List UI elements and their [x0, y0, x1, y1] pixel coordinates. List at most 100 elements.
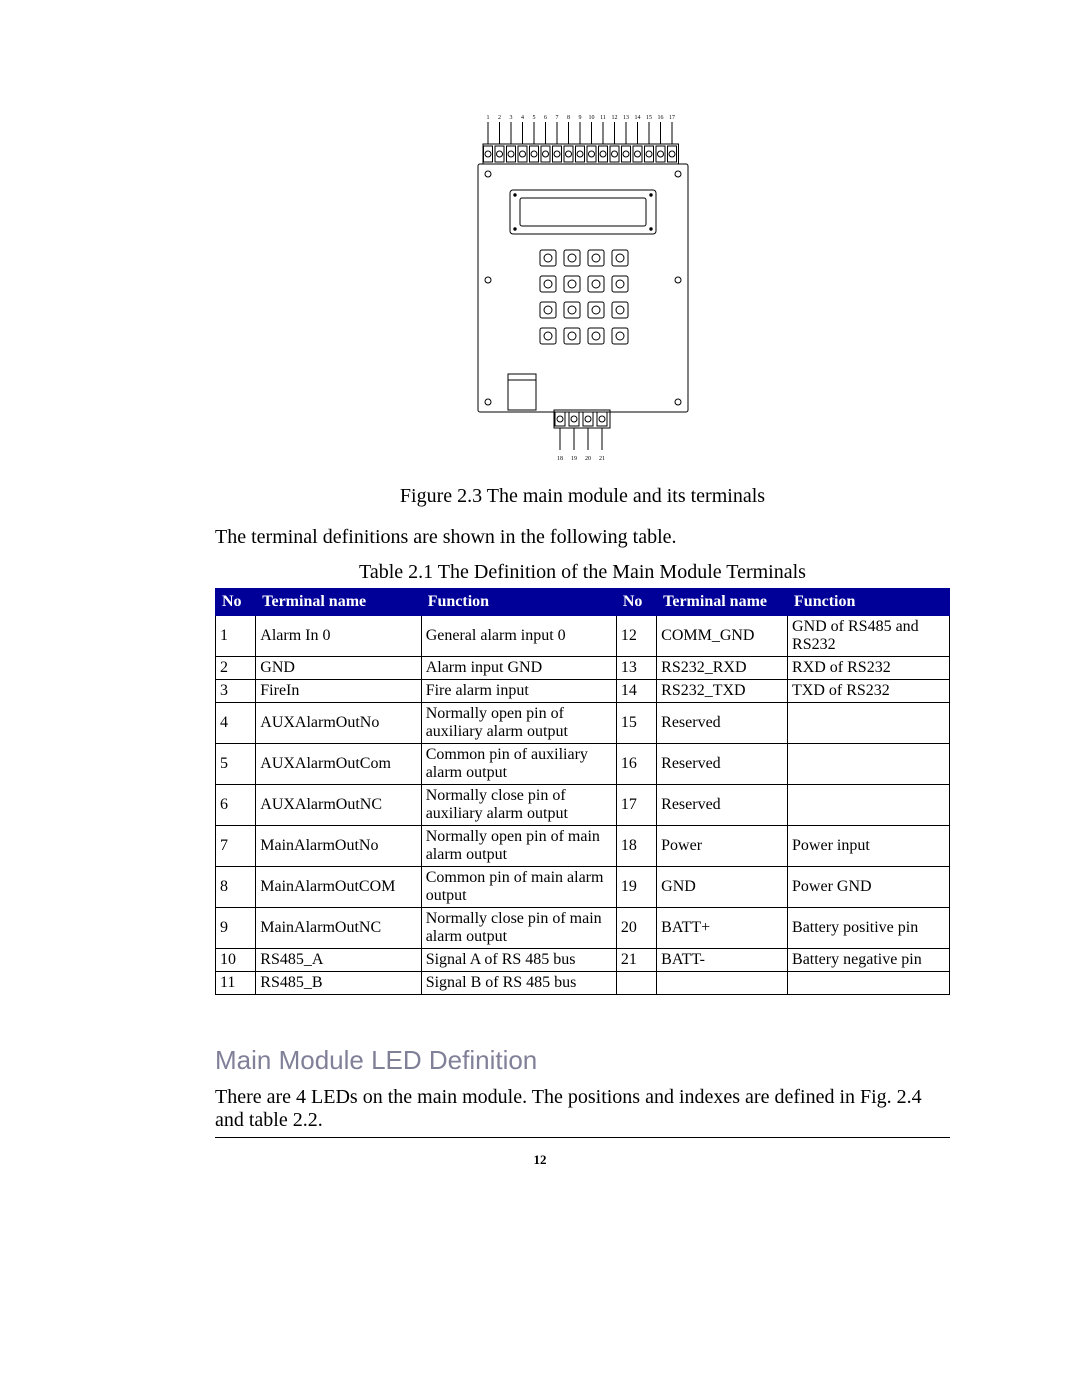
th-no: No — [216, 589, 256, 616]
cell-func: Normally open pin of auxiliary alarm out… — [421, 703, 616, 744]
cell-name: FireIn — [256, 680, 421, 703]
svg-text:19: 19 — [571, 456, 577, 462]
intro-text: The terminal definitions are shown in th… — [215, 526, 950, 549]
table-row: 10RS485_ASignal A of RS 485 bus21BATT-Ba… — [216, 949, 950, 972]
cell-name2: BATT- — [657, 949, 788, 972]
cell-name2 — [657, 972, 788, 995]
module-diagram: 1234567891011121314151617 — [448, 110, 718, 470]
cell-no: 3 — [216, 680, 256, 703]
cell-name: Alarm In 0 — [256, 616, 421, 657]
cell-no2: 18 — [616, 826, 656, 867]
cell-no: 10 — [216, 949, 256, 972]
cell-func: Signal B of RS 485 bus — [421, 972, 616, 995]
th-func: Function — [421, 589, 616, 616]
cell-no: 1 — [216, 616, 256, 657]
cell-func2 — [788, 972, 950, 995]
cell-no2: 14 — [616, 680, 656, 703]
svg-text:16: 16 — [657, 115, 663, 121]
cell-func2: Battery positive pin — [788, 908, 950, 949]
th-name2: Terminal name — [657, 589, 788, 616]
cell-name: AUXAlarmOutNo — [256, 703, 421, 744]
figure-caption: Figure 2.3 The main module and its termi… — [215, 485, 950, 508]
cell-no: 6 — [216, 785, 256, 826]
svg-text:11: 11 — [600, 115, 606, 121]
cell-name2: COMM_GND — [657, 616, 788, 657]
cell-func: Common pin of auxiliary alarm output — [421, 744, 616, 785]
cell-name: AUXAlarmOutCom — [256, 744, 421, 785]
cell-func: Normally close pin of auxiliary alarm ou… — [421, 785, 616, 826]
table-header-row: No Terminal name Function No Terminal na… — [216, 589, 950, 616]
cell-no: 7 — [216, 826, 256, 867]
section-body: There are 4 LEDs on the main module. The… — [215, 1086, 950, 1132]
svg-text:15: 15 — [646, 115, 652, 121]
cell-name: MainAlarmOutCOM — [256, 867, 421, 908]
cell-func: Alarm input GND — [421, 657, 616, 680]
cell-no: 5 — [216, 744, 256, 785]
svg-text:5: 5 — [532, 115, 535, 121]
cell-name: GND — [256, 657, 421, 680]
th-func2: Function — [788, 589, 950, 616]
terminals-table: No Terminal name Function No Terminal na… — [215, 588, 950, 995]
th-no2: No — [616, 589, 656, 616]
svg-text:2: 2 — [498, 115, 501, 121]
table-row: 7MainAlarmOutNoNormally open pin of main… — [216, 826, 950, 867]
cell-name2: RS232_RXD — [657, 657, 788, 680]
svg-text:20: 20 — [585, 456, 591, 462]
svg-text:17: 17 — [669, 115, 675, 121]
table-row: 9MainAlarmOutNCNormally close pin of mai… — [216, 908, 950, 949]
table-row: 6AUXAlarmOutNCNormally close pin of auxi… — [216, 785, 950, 826]
cell-name2: Reserved — [657, 744, 788, 785]
cell-no: 2 — [216, 657, 256, 680]
cell-func: General alarm input 0 — [421, 616, 616, 657]
table-row: 11RS485_BSignal B of RS 485 bus — [216, 972, 950, 995]
svg-text:14: 14 — [634, 115, 640, 121]
svg-text:4: 4 — [521, 115, 524, 121]
cell-name2: Power — [657, 826, 788, 867]
svg-text:8: 8 — [567, 115, 570, 121]
cell-no2 — [616, 972, 656, 995]
cell-no: 11 — [216, 972, 256, 995]
cell-func: Common pin of main alarm output — [421, 867, 616, 908]
cell-no2: 13 — [616, 657, 656, 680]
table-row: 4AUXAlarmOutNoNormally open pin of auxil… — [216, 703, 950, 744]
cell-func: Signal A of RS 485 bus — [421, 949, 616, 972]
cell-func: Normally open pin of main alarm output — [421, 826, 616, 867]
page: 1234567891011121314151617 — [0, 0, 1080, 1204]
cell-name: AUXAlarmOutNC — [256, 785, 421, 826]
svg-text:6: 6 — [544, 115, 547, 121]
cell-func2 — [788, 744, 950, 785]
cell-name2: Reserved — [657, 785, 788, 826]
cell-func: Fire alarm input — [421, 680, 616, 703]
cell-func: Normally close pin of main alarm output — [421, 908, 616, 949]
cell-func2: Power input — [788, 826, 950, 867]
section-heading: Main Module LED Definition — [215, 1045, 950, 1076]
cell-no2: 21 — [616, 949, 656, 972]
cell-func2: Battery negative pin — [788, 949, 950, 972]
cell-name: RS485_A — [256, 949, 421, 972]
cell-name: MainAlarmOutNC — [256, 908, 421, 949]
cell-no2: 12 — [616, 616, 656, 657]
cell-no: 8 — [216, 867, 256, 908]
svg-text:1: 1 — [486, 115, 489, 121]
svg-text:7: 7 — [555, 115, 558, 121]
cell-name2: BATT+ — [657, 908, 788, 949]
svg-text:10: 10 — [588, 115, 594, 121]
cell-name2: Reserved — [657, 703, 788, 744]
cell-func2: RXD of RS232 — [788, 657, 950, 680]
cell-func2: TXD of RS232 — [788, 680, 950, 703]
cell-no: 4 — [216, 703, 256, 744]
th-name: Terminal name — [256, 589, 421, 616]
svg-text:12: 12 — [611, 115, 617, 121]
table-caption: Table 2.1 The Definition of the Main Mod… — [215, 561, 950, 584]
cell-name2: RS232_TXD — [657, 680, 788, 703]
cell-func2 — [788, 703, 950, 744]
table-row: 5AUXAlarmOutComCommon pin of auxiliary a… — [216, 744, 950, 785]
svg-text:21: 21 — [599, 456, 605, 462]
cell-name: MainAlarmOutNo — [256, 826, 421, 867]
svg-text:13: 13 — [623, 115, 629, 121]
table-row: 1Alarm In 0General alarm input 012COMM_G… — [216, 616, 950, 657]
cell-no2: 19 — [616, 867, 656, 908]
figure-diagram: 1234567891011121314151617 — [215, 110, 950, 475]
cell-func2 — [788, 785, 950, 826]
cell-name: RS485_B — [256, 972, 421, 995]
